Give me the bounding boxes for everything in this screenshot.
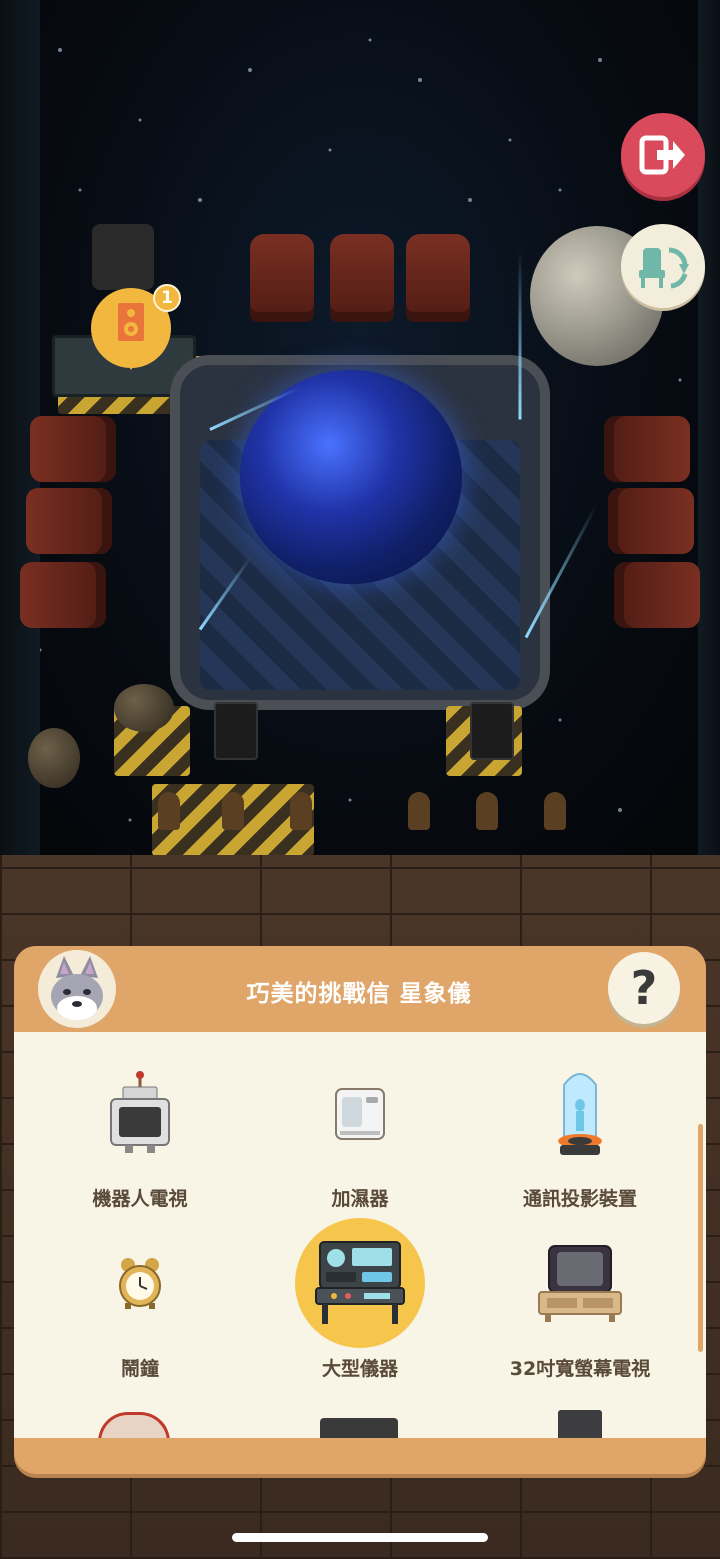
selected-item-highlight <box>295 1218 425 1348</box>
pin-tip <box>117 348 145 370</box>
rotate-chair-icon <box>639 247 689 289</box>
item-large-instrument[interactable]: 大型儀器 <box>250 1218 470 1381</box>
theater-seat[interactable] <box>614 562 700 628</box>
hologram-projector-icon <box>558 1073 602 1155</box>
rope-barrier-post[interactable] <box>408 792 430 830</box>
humidifier-icon <box>335 1088 385 1140</box>
item-label: 32吋寬螢幕電視 <box>509 1358 651 1380</box>
item-label: 通訊投影裝置 <box>522 1188 637 1210</box>
theater-seat[interactable] <box>26 488 112 554</box>
rope-barrier-post[interactable] <box>158 792 180 830</box>
item-label: 機器人電視 <box>92 1188 188 1210</box>
floor-speaker[interactable] <box>214 702 258 760</box>
item-widescreen-tv[interactable]: 32吋寬螢幕電視 <box>470 1218 690 1381</box>
floor-speaker[interactable] <box>470 702 514 760</box>
rope-barrier-post[interactable] <box>476 792 498 830</box>
panel-title: 巧美的挑戰信 星象儀 <box>246 981 472 1007</box>
rope-barrier-post[interactable] <box>290 792 312 830</box>
item-hologram-projector[interactable]: 通訊投影裝置 <box>470 1048 690 1211</box>
widescreen-tv-icon <box>538 1245 622 1322</box>
theater-seat[interactable] <box>30 416 116 482</box>
light-beam <box>518 249 522 420</box>
help-button[interactable]: ? <box>608 952 680 1024</box>
pin-count-badge: 1 <box>153 284 181 312</box>
scrollbar[interactable] <box>698 1124 703 1352</box>
exit-button[interactable] <box>621 113 705 197</box>
theater-seat[interactable] <box>406 234 470 322</box>
home-indicator[interactable] <box>232 1533 488 1542</box>
item-icon-wrap <box>295 1048 425 1178</box>
theater-seat[interactable] <box>20 562 106 628</box>
meteorite-rock[interactable] <box>114 684 174 732</box>
item-icon-wrap <box>75 1218 205 1348</box>
item-alarm-clock[interactable]: 鬧鐘 <box>30 1218 250 1381</box>
item-grid[interactable]: 機器人電視 加濕器 通訊投影裝置 鬧鐘 大型儀器 32吋寬螢幕電視 <box>14 1032 706 1438</box>
item-robot-tv[interactable]: 機器人電視 <box>30 1048 250 1211</box>
item-label: 鬧鐘 <box>120 1358 159 1380</box>
item-peek-left[interactable] <box>98 1412 170 1438</box>
item-icon-wrap <box>515 1048 645 1178</box>
furniture-panel: 巧美的挑戰信 星象儀 ? 機器人電視 加濕器 通訊投影裝置 鬧鐘 大型儀器 32… <box>14 946 706 1474</box>
item-icon-wrap <box>75 1048 205 1178</box>
planetarium-globe[interactable] <box>240 370 462 584</box>
rotate-furniture-button[interactable] <box>621 224 705 308</box>
robot-tv-icon <box>110 1071 170 1153</box>
exit-icon <box>639 135 685 175</box>
item-label: 大型儀器 <box>321 1358 398 1380</box>
alarm-clock-icon <box>119 1258 161 1309</box>
large-instrument-icon <box>315 1241 405 1324</box>
panel-header: 巧美的挑戰信 星象儀 ? <box>14 946 706 1032</box>
item-humidifier[interactable]: 加濕器 <box>250 1048 470 1211</box>
theater-seat[interactable] <box>250 234 314 322</box>
villager-avatar <box>38 950 116 1028</box>
item-icon-wrap <box>515 1218 645 1348</box>
room-scene[interactable]: 1 <box>0 0 720 860</box>
item-peek-right[interactable] <box>558 1410 602 1438</box>
speaker-icon <box>118 303 144 341</box>
rope-barrier-post[interactable] <box>544 792 566 830</box>
wolf-avatar-icon <box>51 956 103 1020</box>
speaker-pin-marker[interactable]: 1 <box>91 284 181 374</box>
item-label: 加濕器 <box>331 1188 389 1210</box>
office-chair[interactable] <box>92 224 154 290</box>
right-wall <box>698 0 720 860</box>
meteorite-rock[interactable] <box>28 728 80 788</box>
theater-seat[interactable] <box>604 416 690 482</box>
item-peek-middle[interactable] <box>320 1418 398 1438</box>
theater-seat[interactable] <box>330 234 394 322</box>
theater-seat[interactable] <box>608 488 694 554</box>
rope-barrier-post[interactable] <box>222 792 244 830</box>
